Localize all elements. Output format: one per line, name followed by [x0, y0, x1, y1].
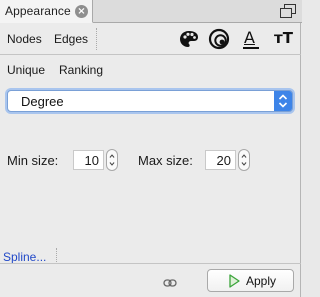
palette-icon[interactable] [178, 28, 200, 50]
toolbar-separator [96, 28, 97, 50]
label-color-icon[interactable]: A [241, 28, 263, 50]
tab-title: Appearance [5, 4, 71, 18]
max-size-label: Max size: [138, 153, 193, 168]
bottom-bar: Apply [0, 263, 301, 297]
spline-separator [56, 248, 57, 264]
max-size-input[interactable]: 20 [205, 150, 236, 170]
size-icon[interactable] [208, 28, 230, 50]
mode-toolbar: Unique Ranking [0, 55, 301, 83]
min-size-label: Min size: [7, 153, 59, 168]
max-size-stepper[interactable] [238, 149, 250, 171]
restore-window-icon[interactable] [280, 4, 296, 18]
tab-edges[interactable]: Edges [54, 32, 88, 46]
spline-link[interactable]: Spline... [3, 250, 46, 264]
tab-ranking[interactable]: Ranking [59, 63, 103, 77]
tab-appearance[interactable]: Appearance × [0, 0, 93, 23]
appearance-panel: Nodes Edges A тT Unique Ranking Degree M… [0, 23, 301, 297]
attribute-select-value: Degree [21, 94, 64, 109]
label-size-icon[interactable]: тT [273, 28, 295, 50]
apply-label: Apply [246, 274, 277, 288]
tab-bar: Appearance × [0, 0, 302, 23]
close-icon[interactable]: × [75, 5, 88, 18]
label-color-glyph: A [244, 28, 255, 47]
tab-unique[interactable]: Unique [7, 63, 45, 77]
tab-nodes[interactable]: Nodes [7, 32, 42, 46]
link-icon[interactable] [163, 278, 177, 288]
select-arrows-icon[interactable] [274, 91, 292, 111]
element-toolbar: Nodes Edges A тT [0, 23, 301, 55]
min-size-input[interactable]: 10 [73, 150, 104, 170]
min-size-stepper[interactable] [106, 149, 118, 171]
attribute-select[interactable]: Degree [7, 90, 293, 112]
apply-button[interactable]: Apply [207, 269, 294, 292]
label-size-glyph: тT [274, 29, 293, 47]
play-icon [229, 274, 240, 288]
